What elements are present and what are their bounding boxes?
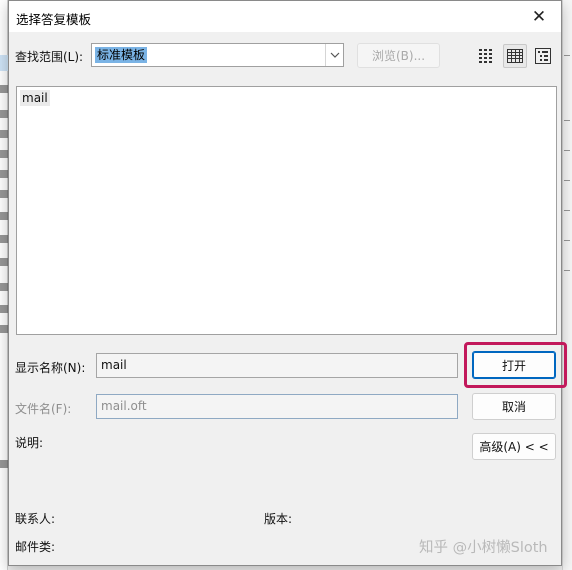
- background-text-fragment: [0, 130, 8, 138]
- list-view-button[interactable]: [475, 44, 499, 68]
- browse-button-label: 浏览(B)...: [371, 49, 426, 63]
- background-text-fragment: [0, 212, 8, 220]
- background-app-strip: [0, 0, 8, 570]
- file-name-field[interactable]: mail.oft: [96, 394, 458, 419]
- template-file-list[interactable]: mail: [16, 86, 557, 335]
- file-name-label: 文件名(F):: [15, 402, 72, 416]
- background-selection: [0, 55, 8, 71]
- background-app-right-edge: [562, 0, 572, 570]
- list-item[interactable]: mail: [20, 90, 50, 106]
- background-text-fragment: [0, 110, 8, 118]
- details-view-button[interactable]: [503, 44, 527, 68]
- tree-view-button[interactable]: [531, 44, 555, 68]
- background-text-fragment: [0, 305, 8, 313]
- title-bar: 选择答复模板 ✕: [9, 1, 561, 32]
- advanced-button-label: 高级(A) < <: [479, 440, 549, 454]
- list-view-icon: [479, 49, 492, 63]
- contact-label: 联系人:: [15, 512, 56, 526]
- background-text-fragment: [0, 235, 8, 243]
- browse-button[interactable]: 浏览(B)...: [357, 43, 440, 68]
- background-tick: [564, 180, 570, 181]
- background-tick: [564, 210, 570, 211]
- background-tick: [564, 240, 570, 241]
- look-in-label: 查找范围(L):: [15, 50, 84, 64]
- background-tick: [564, 150, 570, 151]
- description-label: 说明:: [15, 436, 44, 450]
- message-class-label: 邮件类:: [15, 540, 56, 554]
- advanced-button[interactable]: 高级(A) < <: [472, 433, 556, 460]
- look-in-dropdown[interactable]: 标准模板: [91, 43, 344, 67]
- details-view-icon: [507, 49, 523, 63]
- cancel-button-label: 取消: [501, 400, 526, 414]
- background-tick: [564, 270, 570, 271]
- background-text-fragment: [0, 150, 8, 158]
- version-label: 版本:: [264, 512, 293, 526]
- chevron-down-icon[interactable]: [325, 44, 343, 66]
- tree-view-icon: [535, 48, 551, 64]
- open-button-highlight-annotation: [464, 342, 567, 388]
- background-text-fragment: [0, 258, 8, 266]
- background-text-fragment: [0, 190, 8, 198]
- background-tick: [564, 55, 570, 56]
- background-text-fragment: [0, 283, 8, 291]
- display-name-field[interactable]: mail: [96, 353, 458, 378]
- background-text-fragment: [0, 170, 8, 178]
- cancel-button[interactable]: 取消: [472, 393, 556, 420]
- look-in-selected-value: 标准模板: [95, 47, 148, 63]
- display-name-label: 显示名称(N):: [15, 361, 86, 375]
- watermark-text: 知乎 @小树懒Sloth: [419, 540, 548, 556]
- background-text-fragment: [0, 325, 8, 333]
- close-icon: ✕: [531, 6, 547, 27]
- choose-reply-template-dialog: 选择答复模板 ✕ 查找范围(L): 标准模板 浏览(B)... mail 显示名…: [8, 0, 567, 566]
- background-tick: [564, 120, 570, 121]
- background-text-fragment: [0, 85, 8, 93]
- dialog-title: 选择答复模板: [16, 12, 92, 27]
- background-text-fragment: [0, 460, 8, 468]
- close-button[interactable]: ✕: [517, 1, 561, 32]
